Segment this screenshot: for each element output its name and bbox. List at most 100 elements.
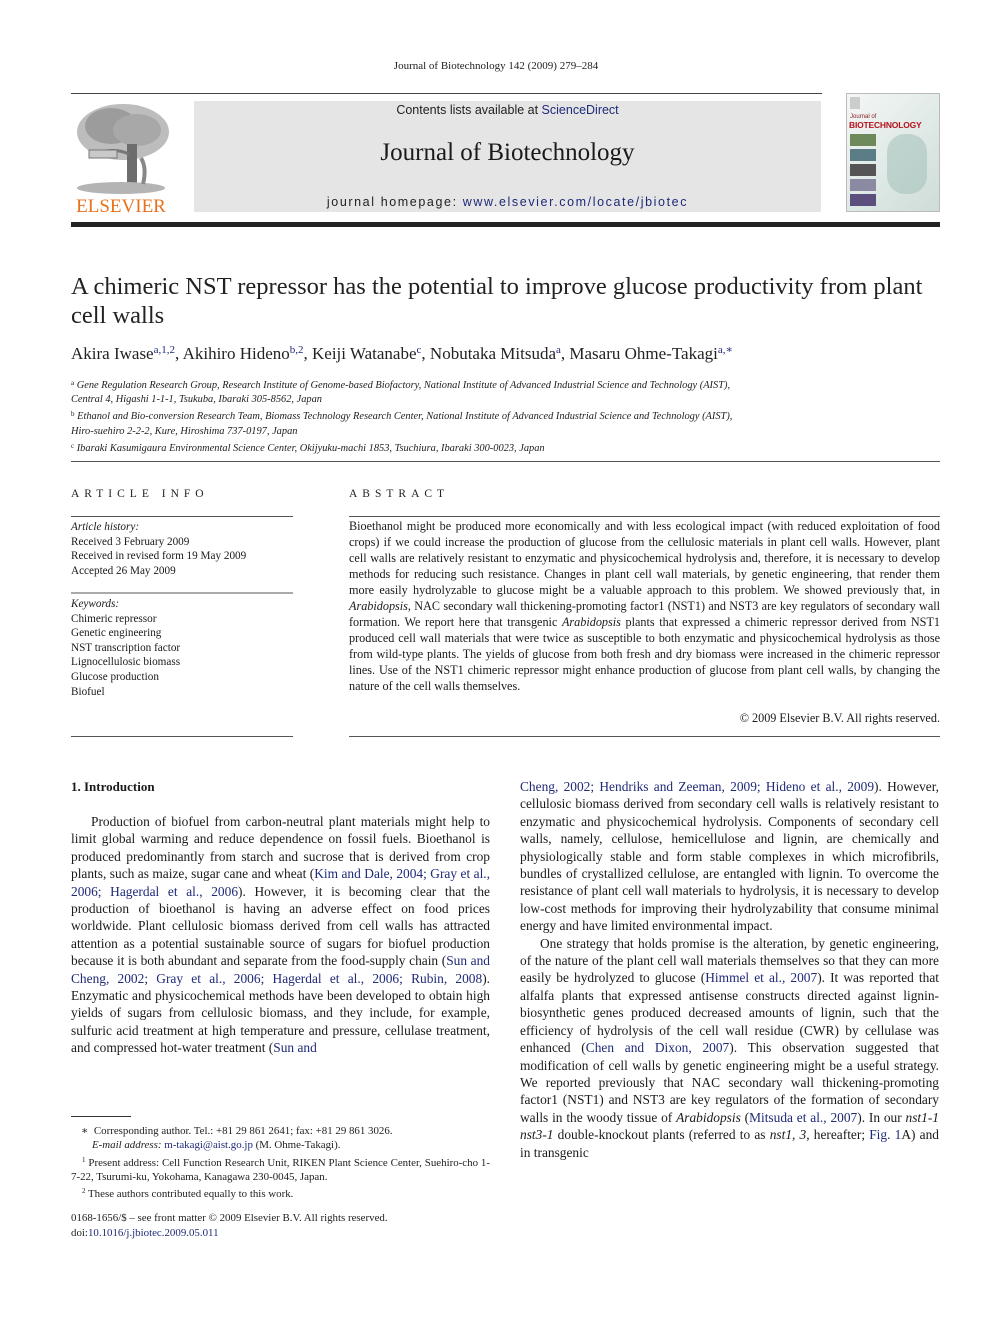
abstract-italic: Arabidopsis bbox=[349, 599, 408, 613]
divider bbox=[71, 516, 293, 517]
citation-link[interactable]: Mitsuda et al., 2007 bbox=[749, 1110, 857, 1125]
body-text: double-knockout plants (referred to as bbox=[553, 1127, 770, 1143]
front-matter: 0168-1656/$ – see front matter © 2009 El… bbox=[71, 1211, 490, 1240]
intro-paragraph-1: Production of biofuel from carbon-neutra… bbox=[71, 813, 490, 1057]
body-italic: Arabidopsis bbox=[676, 1109, 741, 1125]
section-divider bbox=[71, 461, 940, 462]
footnote-rule bbox=[71, 1116, 131, 1117]
header-rule-thick bbox=[71, 222, 940, 227]
intro-paragraph-1-continued: Cheng, 2002; Hendriks and Zeeman, 2009; … bbox=[520, 778, 939, 935]
history-label: Article history: bbox=[71, 521, 140, 533]
elsevier-wordmark: ELSEVIER bbox=[76, 196, 166, 217]
footnotes: ∗ Corresponding author. Tel.: +81 29 861… bbox=[71, 1124, 490, 1201]
affiliation-b-address: Hiro-suehiro 2-2-2, Kure, Hiroshima 737-… bbox=[71, 425, 298, 437]
keywords: Keywords: Chimeric repressor Genetic eng… bbox=[71, 597, 293, 699]
cover-panel-image bbox=[850, 149, 876, 161]
abstract-text: Bioethanol might be produced more econom… bbox=[349, 519, 940, 597]
affiliation-b: b Ethanol and Bio-conversion Research Te… bbox=[71, 407, 931, 424]
affiliation-line: Ethanol and Bio-conversion Research Team… bbox=[77, 411, 733, 423]
copyright-notice: © 2009 Elsevier B.V. All rights reserved… bbox=[739, 711, 940, 725]
author-affiliation-mark[interactable]: a bbox=[556, 344, 561, 356]
author-list: Akira Iwasea,1,2, Akihiro Hidenob,2, Kei… bbox=[71, 344, 733, 363]
keywords-label: Keywords: bbox=[71, 598, 120, 610]
body-text: ). In our bbox=[857, 1109, 906, 1125]
footnote-corresponding: ∗ Corresponding author. Tel.: +81 29 861… bbox=[71, 1124, 490, 1138]
author-name: Akihiro Hideno bbox=[182, 344, 290, 363]
author-affiliation-mark[interactable]: b,2 bbox=[290, 344, 304, 356]
affiliation-c: c Ibaraki Kasumigaura Environmental Scie… bbox=[71, 439, 931, 456]
affiliation-mark: c bbox=[71, 441, 75, 450]
footnote-mark: 2 bbox=[82, 1187, 86, 1196]
affiliation-a: a Gene Regulation Research Group, Resear… bbox=[71, 376, 931, 393]
homepage-prefix: journal homepage: bbox=[326, 195, 463, 209]
asterisk-mark: ∗ bbox=[81, 1125, 94, 1137]
issn-line: 0168-1656/$ – see front matter © 2009 El… bbox=[71, 1212, 388, 1224]
cover-publisher-icon bbox=[850, 97, 860, 109]
affiliation-mark: a bbox=[71, 379, 75, 387]
doi-line: doi:10.1016/j.jbiotec.2009.05.011 bbox=[71, 1226, 490, 1241]
citation-link[interactable]: Sun and bbox=[273, 1040, 317, 1055]
affiliations: a Gene Regulation Research Group, Resear… bbox=[71, 376, 931, 456]
section-heading-introduction: 1. Introduction bbox=[71, 779, 155, 794]
footnote-mark: 1 bbox=[82, 1155, 86, 1164]
citation-link[interactable]: Himmel et al., 2007 bbox=[705, 970, 817, 985]
footnote-text: These authors contributed equally to thi… bbox=[88, 1188, 294, 1201]
contents-line: Contents lists available at ScienceDirec… bbox=[194, 103, 821, 117]
article-info-heading: ARTICLE INFO bbox=[71, 488, 209, 500]
citation-link[interactable]: Chen and Dixon, 2007 bbox=[586, 1040, 729, 1055]
article-title: A chimeric NST repressor has the potenti… bbox=[71, 273, 923, 329]
history-revised: Received in revised form 19 May 2009 bbox=[71, 550, 247, 563]
abstract-heading: ABSTRACT bbox=[349, 488, 450, 500]
cover-panel-image bbox=[850, 194, 876, 206]
citation-link[interactable]: Cheng, 2002; Hendriks and Zeeman, 2009; … bbox=[520, 779, 874, 794]
author-affiliation-mark[interactable]: c bbox=[417, 344, 422, 356]
keyword: NST transcription factor bbox=[71, 641, 181, 654]
divider bbox=[349, 736, 940, 737]
affiliation-mark: b bbox=[71, 410, 75, 419]
keyword: Lignocellulosic biomass bbox=[71, 656, 181, 669]
homepage-line: journal homepage: www.elsevier.com/locat… bbox=[194, 195, 821, 209]
author-name: Masaru Ohme-Takagi bbox=[569, 344, 718, 363]
contents-prefix: Contents lists available at bbox=[396, 103, 542, 117]
affiliation-line: Gene Regulation Research Group, Research… bbox=[76, 380, 731, 391]
abstract-italic: Arabidopsis bbox=[561, 615, 621, 629]
journal-title: Journal of Biotechnology bbox=[380, 139, 635, 166]
history-received: Received 3 February 2009 bbox=[71, 535, 190, 548]
author-affiliation-mark[interactable]: a,1,2 bbox=[154, 344, 175, 356]
header-rule bbox=[71, 93, 822, 94]
author-name: Akira Iwase bbox=[71, 344, 154, 363]
journal-homepage-link[interactable]: www.elsevier.com/locate/jbiotec bbox=[463, 195, 688, 209]
keyword: Biofuel bbox=[71, 685, 105, 698]
body-text: ). However, cellulosic biomass derived f… bbox=[520, 779, 939, 934]
keyword: Genetic engineering bbox=[71, 627, 162, 640]
cover-title: BIOTECHNOLOGY bbox=[849, 120, 922, 130]
figure-link[interactable]: Fig. 1 bbox=[869, 1127, 901, 1142]
email-link[interactable]: m-takagi@aist.go.jp bbox=[164, 1139, 253, 1151]
sciencedirect-link[interactable]: ScienceDirect bbox=[542, 103, 619, 117]
body-italic: nst1, 3 bbox=[769, 1127, 807, 1143]
keyword: Chimeric repressor bbox=[71, 612, 157, 625]
footnote-2: 2 These authors contributed equally to t… bbox=[71, 1184, 490, 1201]
doi-label: doi: bbox=[71, 1226, 88, 1239]
author-affiliation-mark[interactable]: a,∗ bbox=[718, 344, 733, 356]
keyword: Glucose production bbox=[71, 670, 159, 683]
journal-cover-image: Journal of BIOTECHNOLOGY bbox=[846, 93, 940, 212]
body-text: ( bbox=[740, 1109, 750, 1125]
abstract-body: Bioethanol might be produced more econom… bbox=[349, 518, 940, 694]
footnote-email: E-mail address: m-takagi@aist.go.jp (M. … bbox=[71, 1138, 490, 1152]
body-text: , hereafter; bbox=[806, 1127, 870, 1143]
cover-panel-image bbox=[850, 179, 876, 191]
divider bbox=[71, 736, 293, 737]
footnote-1: 1 Present address: Cell Function Researc… bbox=[71, 1153, 490, 1185]
affiliation-a-address: Central 4, Higashi 1-1-1, Tsukuba, Ibara… bbox=[71, 394, 323, 406]
running-head: Journal of Biotechnology 142 (2009) 279–… bbox=[393, 60, 599, 72]
doi-link[interactable]: 10.1016/j.jbiotec.2009.05.011 bbox=[88, 1227, 219, 1239]
author-name: Nobutaka Mitsuda bbox=[429, 344, 556, 363]
history-accepted: Accepted 26 May 2009 bbox=[71, 564, 176, 577]
cover-panel-image bbox=[850, 134, 876, 146]
footnote-text: Present address: Cell Function Research … bbox=[71, 1156, 490, 1183]
footnote-text: (M. Ohme-Takagi). bbox=[252, 1139, 341, 1152]
cover-decoration bbox=[887, 134, 927, 194]
author-name: Keiji Watanabe bbox=[312, 344, 417, 363]
affiliation-line: Ibaraki Kasumigaura Environmental Scienc… bbox=[76, 442, 545, 454]
